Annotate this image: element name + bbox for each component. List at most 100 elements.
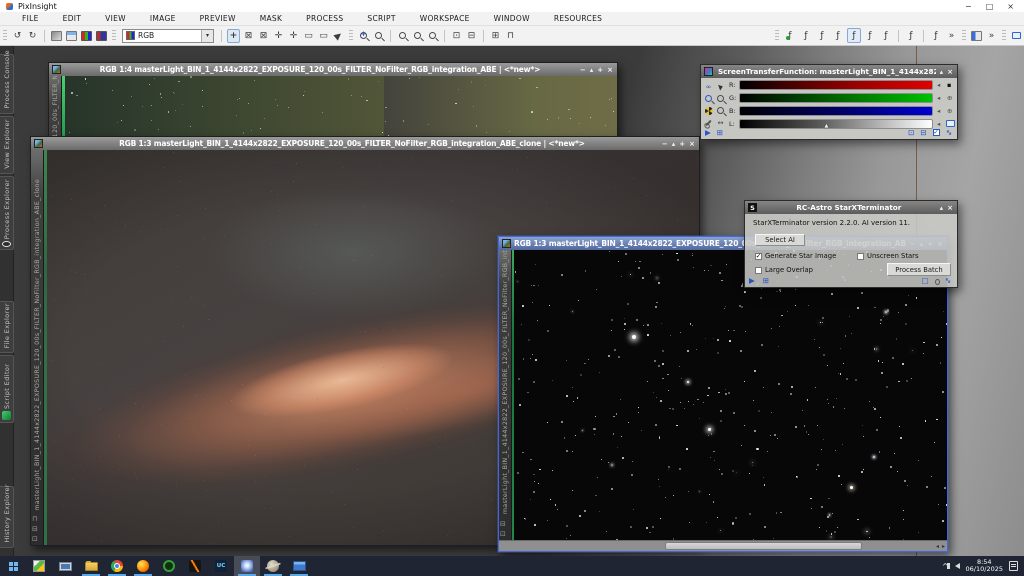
channel-selector-dropdown[interactable]: RGB ▾ (122, 29, 214, 43)
dialog-close-icon[interactable]: × (947, 68, 953, 76)
select-mode-button[interactable]: ⊡ (450, 29, 463, 43)
stf-bar-red[interactable] (739, 80, 933, 90)
select-tool-button[interactable]: ▶ (329, 26, 348, 45)
taskbar-uc-app[interactable]: UC (208, 556, 234, 576)
menu-process[interactable]: PROCESS (294, 14, 355, 23)
zoom-in-button[interactable]: + (357, 29, 370, 43)
zoom-fit-button[interactable]: ⊠ (242, 29, 255, 43)
track-view-checkbox[interactable]: ✓ (933, 129, 940, 136)
new-preview-button[interactable]: ▭ (302, 29, 315, 43)
cursor-icon[interactable] (715, 81, 726, 92)
window-shade-icon[interactable]: ▴ (672, 140, 676, 148)
menu-script[interactable]: SCRIPT (355, 14, 407, 23)
screen-stf-icon[interactable] (51, 31, 62, 41)
menu-image[interactable]: IMAGE (138, 14, 188, 23)
dialog-titlebar[interactable]: ScreenTransferFunction: masterLight_BIN_… (701, 65, 957, 78)
stf-bar-green[interactable] (739, 93, 933, 103)
taskbar-pixinsight[interactable] (234, 556, 260, 576)
generate-star-image-checkbox[interactable]: ✓ Generate Star Image (755, 252, 836, 260)
toolbar-overflow-button[interactable]: » (945, 29, 958, 43)
scroll-right-icon[interactable]: ▸ (942, 543, 945, 550)
browse-doc-icon[interactable]: ⊟ (920, 128, 926, 137)
center-tool-button[interactable]: ✛ (287, 29, 300, 43)
taskbar-remote-desktop[interactable] (52, 556, 78, 576)
image-canvas-starfield[interactable] (512, 250, 947, 540)
dialog-close-icon[interactable]: × (947, 204, 953, 212)
unscreen-stars-checkbox[interactable]: Unscreen Stars (857, 252, 919, 260)
screen-mode-button[interactable]: ⊓ (504, 29, 517, 43)
zoom-in-alt-icon[interactable] (715, 93, 726, 104)
zoom-in-icon[interactable] (703, 93, 714, 104)
resize-icon[interactable]: ↔ (943, 127, 954, 138)
menu-resources[interactable]: RESOURCES (542, 14, 614, 23)
process-icon-edit[interactable]: ƒ (799, 28, 813, 43)
window-maximize-icon[interactable]: + (597, 66, 603, 74)
new-window-icon[interactable] (66, 31, 77, 41)
clock[interactable]: 8:54 06/10/2025 (966, 559, 1003, 574)
maximize-button[interactable]: □ (986, 2, 994, 11)
view-selector-icons[interactable]: ⊓⊟⊡ (32, 515, 38, 543)
checkbox-checked[interactable]: ✓ (755, 253, 762, 260)
dialog-shade-icon[interactable]: ▴ (940, 68, 944, 76)
redo-button[interactable]: ↻ (26, 29, 39, 43)
view-selector-strip[interactable]: masterLight_BIN_1_4144x2822_EXPOSURE_120… (31, 150, 44, 545)
window-minimize-icon[interactable]: − (662, 140, 668, 148)
window-minimize-icon[interactable]: − (580, 66, 586, 74)
view-selector-icons[interactable]: ⊟⊡ (500, 520, 506, 538)
zoom-to-fit-button[interactable] (411, 29, 424, 43)
menu-window[interactable]: WINDOW (482, 14, 542, 23)
process-icon-clone[interactable]: ƒ (815, 28, 829, 43)
apply-triangle-icon[interactable]: ▶ (749, 276, 755, 285)
menu-edit[interactable]: EDIT (51, 14, 94, 23)
rgb-channels-icon[interactable] (81, 31, 92, 41)
window-titlebar[interactable]: RGB 1:3 masterLight_BIN_1_4144x2822_EXPO… (31, 137, 699, 150)
stf-dialog[interactable]: ScreenTransferFunction: masterLight_BIN_… (700, 64, 958, 140)
monitor-icon[interactable] (1010, 29, 1023, 43)
zoom-custom-button[interactable] (426, 29, 439, 43)
resize-icon[interactable]: ↔ (942, 275, 953, 286)
dock-tab-file-explorer[interactable]: File Explorer (0, 301, 14, 353)
taskbar-file-explorer[interactable] (78, 556, 104, 576)
toolbar-grip[interactable] (112, 30, 116, 42)
process-icon-history[interactable]: ƒ (904, 28, 918, 43)
process-icon-batch[interactable]: ƒ (929, 28, 943, 43)
new-instance-icon[interactable]: ⊞ (763, 276, 769, 285)
horizontal-scrollbar[interactable]: ◂ ▸ (499, 540, 947, 551)
minimize-button[interactable]: − (965, 2, 972, 11)
window-titlebar[interactable]: RGB 1:4 masterLight_BIN_1_4144x2822_EXPO… (49, 63, 617, 76)
process-icon-delete[interactable]: ƒ (831, 28, 845, 43)
undo-button[interactable]: ↺ (11, 29, 24, 43)
process-icon-active[interactable]: ƒ (847, 28, 861, 43)
view-selector-strip[interactable]: masterLight_BIN_1_4144x2822_EXPOSURE_120… (499, 250, 512, 540)
checkbox-unchecked[interactable] (755, 267, 762, 274)
edit-instance-icon[interactable]: ⊡ (908, 128, 914, 137)
scroll-left-icon[interactable]: ◂ (936, 543, 939, 550)
reset-green-icon[interactable]: ◂ (937, 94, 940, 102)
dialog-shade-icon[interactable]: ▴ (940, 204, 944, 212)
taskbar-photos[interactable] (26, 556, 52, 576)
reset-blue-icon[interactable]: ◂ (937, 107, 940, 115)
reset-red-icon[interactable]: ◂ (937, 81, 940, 89)
scrollbar-thumb[interactable] (665, 542, 862, 550)
close-button[interactable]: × (1007, 2, 1014, 11)
stf-bar-blue[interactable] (739, 106, 933, 116)
menu-file[interactable]: FILE (10, 14, 51, 23)
window-close-icon[interactable]: × (607, 66, 613, 74)
zoom-out-button[interactable] (372, 29, 385, 43)
black-point-icon[interactable] (703, 105, 714, 116)
toolbar-overflow-button[interactable]: » (985, 29, 998, 43)
process-icon-new[interactable]: ƒ (783, 28, 797, 43)
edit-preview-button[interactable]: ▭ (317, 29, 330, 43)
dock-tab-view-explorer[interactable]: View Explorer (0, 116, 14, 174)
track-alt-icon[interactable]: ⊕ (947, 107, 952, 115)
toolbar-grip[interactable] (349, 30, 353, 42)
select-ai-button[interactable]: Select AI (755, 234, 805, 246)
notification-center-icon[interactable] (1009, 561, 1018, 571)
taskbar-dark-app[interactable] (182, 556, 208, 576)
toolbar-grip[interactable] (962, 30, 966, 42)
black-frame-icon[interactable]: ▪ (947, 81, 951, 89)
apply-triangle-icon[interactable]: ▶ (705, 128, 711, 137)
window-close-icon[interactable]: × (689, 140, 695, 148)
taskbar-blue-window[interactable] (286, 556, 312, 576)
taskbar-firefox[interactable] (130, 556, 156, 576)
